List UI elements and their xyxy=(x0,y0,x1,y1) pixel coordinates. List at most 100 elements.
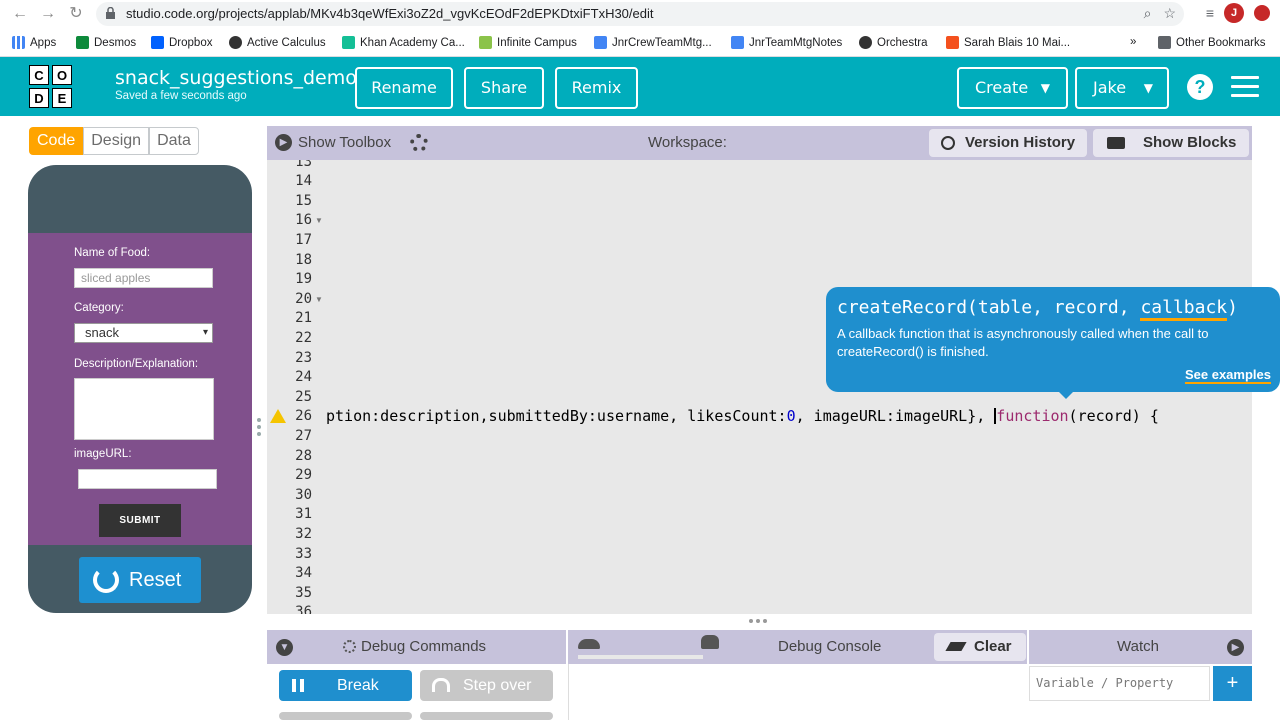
bookmark-khan-academy[interactable]: Khan Academy Ca... xyxy=(342,36,465,49)
back-icon[interactable]: ← xyxy=(10,4,30,24)
bookmark-dropbox[interactable]: Dropbox xyxy=(151,36,212,49)
infinite-campus-icon xyxy=(479,36,492,49)
line-number[interactable]: 23 xyxy=(267,349,312,369)
zoom-icon[interactable]: ⌕ xyxy=(1144,5,1152,22)
phone-frame: Name of Food: sliced apples Category: sn… xyxy=(28,165,252,613)
docs-icon xyxy=(594,36,607,49)
speed-slider[interactable] xyxy=(578,655,703,659)
fold-toggle-icon[interactable]: ▼ xyxy=(315,295,323,304)
clear-button[interactable]: Clear xyxy=(934,633,1026,661)
show-blocks-button[interactable]: Show Blocks xyxy=(1093,129,1249,157)
debug-console-output[interactable] xyxy=(568,664,1027,720)
watch-title: Watch xyxy=(1117,638,1159,655)
food-name-input[interactable]: sliced apples xyxy=(74,268,213,288)
chevron-right-icon[interactable]: ▶ xyxy=(1227,639,1244,656)
category-dropdown[interactable]: snack xyxy=(74,323,213,343)
fold-toggle-icon[interactable]: ▼ xyxy=(315,216,323,225)
line-number[interactable]: 31 xyxy=(267,505,312,525)
debug-commands-panel: Break Step over xyxy=(267,664,566,720)
line-number[interactable]: 13 xyxy=(267,160,312,172)
workspace-title: Workspace: xyxy=(648,134,727,151)
add-watch-button[interactable]: + xyxy=(1213,666,1252,701)
description-label: Description/Explanation: xyxy=(74,358,199,370)
help-icon[interactable]: ? xyxy=(1187,74,1213,100)
image-url-input[interactable] xyxy=(78,469,217,489)
line-number[interactable]: 15 xyxy=(267,192,312,212)
bookmark-infinite-campus[interactable]: Infinite Campus xyxy=(479,36,577,49)
bookmark-desmos[interactable]: Desmos xyxy=(76,36,136,49)
version-history-button[interactable]: Version History xyxy=(929,129,1087,157)
profile-avatar[interactable]: J xyxy=(1224,3,1244,23)
url-text: studio.code.org/projects/applab/MKv4b3qe… xyxy=(126,6,654,21)
line-number[interactable]: 25 xyxy=(267,388,312,408)
line-number[interactable]: 16 xyxy=(267,211,312,231)
user-menu-button[interactable]: Jake ▼ xyxy=(1075,67,1169,109)
reload-icon[interactable]: ↻ xyxy=(66,4,86,24)
bookmark-other[interactable]: Other Bookmarks xyxy=(1158,36,1265,49)
line-number[interactable]: 27 xyxy=(267,427,312,447)
bookmark-jnrcrew[interactable]: JnrCrewTeamMtg... xyxy=(594,36,712,49)
name-label: Name of Food: xyxy=(74,247,151,259)
remix-button[interactable]: Remix xyxy=(555,67,638,109)
extension-icon[interactable] xyxy=(1254,5,1270,21)
line-number[interactable]: 22 xyxy=(267,329,312,349)
folder-icon xyxy=(1158,36,1171,49)
reading-list-icon[interactable]: ≡ xyxy=(1206,5,1214,21)
code-org-logo[interactable]: C O D E xyxy=(29,65,75,109)
line-number[interactable]: 35 xyxy=(267,584,312,604)
step-over-button[interactable]: Step over xyxy=(420,670,553,701)
gear-icon[interactable] xyxy=(410,134,428,152)
submit-button[interactable]: SUBMIT xyxy=(99,504,181,537)
warning-icon[interactable] xyxy=(270,409,286,424)
code-line-26[interactable]: ption:description,submittedBy:username, … xyxy=(326,406,1159,426)
line-number[interactable]: 34 xyxy=(267,564,312,584)
panel-resize-handle[interactable] xyxy=(255,418,263,440)
address-bar[interactable]: studio.code.org/projects/applab/MKv4b3qe… xyxy=(96,2,1184,26)
step-out-button[interactable] xyxy=(420,712,553,720)
split-resize-handle[interactable] xyxy=(749,619,769,625)
line-number[interactable]: 17 xyxy=(267,231,312,251)
param-description: A callback function that is asynchronous… xyxy=(837,326,1209,359)
eraser-icon xyxy=(945,642,967,651)
line-number[interactable]: 21 xyxy=(267,309,312,329)
pause-icon xyxy=(292,679,304,692)
watch-variable-input[interactable]: Variable / Property xyxy=(1029,666,1210,701)
line-number[interactable]: 19 xyxy=(267,270,312,290)
line-number[interactable]: 30 xyxy=(267,486,312,506)
apps-grid-icon xyxy=(12,36,25,49)
bookmarks-overflow-icon[interactable]: » xyxy=(1130,36,1136,48)
bookmark-star-icon[interactable]: ☆ xyxy=(1163,5,1176,22)
bookmark-orchestra[interactable]: Orchestra xyxy=(859,36,928,49)
step-in-button[interactable] xyxy=(279,712,412,720)
collapse-icon[interactable]: ▼ xyxy=(276,639,293,656)
tab-data[interactable]: Data xyxy=(149,127,199,155)
see-examples-link[interactable]: See examples xyxy=(1184,367,1271,384)
description-textarea[interactable] xyxy=(74,378,214,440)
line-number[interactable]: 20 xyxy=(267,290,312,310)
line-number[interactable]: 18 xyxy=(267,251,312,271)
tab-design[interactable]: Design xyxy=(83,127,150,155)
line-number[interactable]: 24 xyxy=(267,368,312,388)
bookmark-apps[interactable]: Apps xyxy=(12,36,56,49)
bookmark-sarah-blais[interactable]: Sarah Blais 10 Mai... xyxy=(946,36,1070,49)
autocomplete-tooltip: createRecord(table, record, callback) A … xyxy=(826,287,1280,399)
tab-code[interactable]: Code xyxy=(29,127,84,155)
hamburger-menu-icon[interactable] xyxy=(1231,76,1259,98)
show-toolbox-button[interactable]: ▶ Show Toolbox xyxy=(275,134,391,151)
bookmark-jnrteam[interactable]: JnrTeamMtgNotes xyxy=(731,36,842,49)
app-preview-panel: Code Design Data Name of Food: sliced ap… xyxy=(0,116,266,720)
create-menu-button[interactable]: Create ▼ xyxy=(957,67,1068,109)
bookmark-active-calculus[interactable]: Active Calculus xyxy=(229,36,326,49)
line-number[interactable]: 36 xyxy=(267,603,312,614)
share-button[interactable]: Share xyxy=(464,67,544,109)
line-number[interactable]: 33 xyxy=(267,545,312,565)
line-number[interactable]: 29 xyxy=(267,466,312,486)
forward-icon[interactable]: → xyxy=(38,4,58,24)
dropbox-icon xyxy=(151,36,164,49)
line-number[interactable]: 32 xyxy=(267,525,312,545)
reset-button[interactable]: Reset xyxy=(79,557,201,603)
break-button[interactable]: Break xyxy=(279,670,412,701)
rename-button[interactable]: Rename xyxy=(355,67,453,109)
line-number[interactable]: 14 xyxy=(267,172,312,192)
line-number[interactable]: 28 xyxy=(267,447,312,467)
